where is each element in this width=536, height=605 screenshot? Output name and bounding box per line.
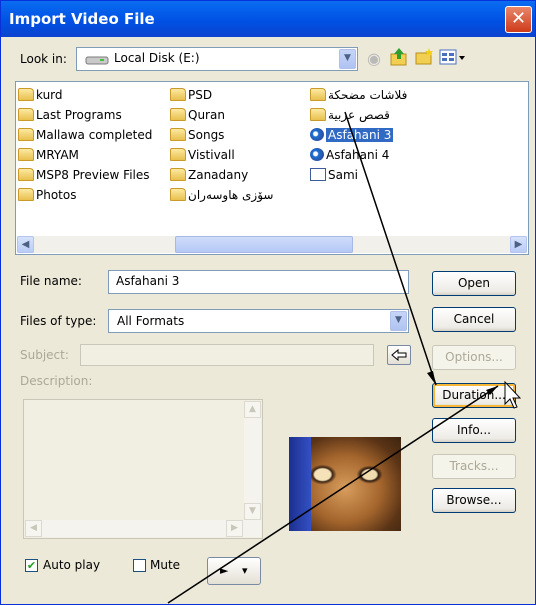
annotation-arrowhead <box>486 386 498 395</box>
annotation-arrowhead <box>427 371 436 385</box>
annotation-arrow-duration <box>344 111 437 386</box>
annotation-arrows <box>167 111 522 604</box>
mouse-cursor-icon <box>504 380 522 409</box>
annotation-arrow-thumbnail <box>167 385 499 604</box>
